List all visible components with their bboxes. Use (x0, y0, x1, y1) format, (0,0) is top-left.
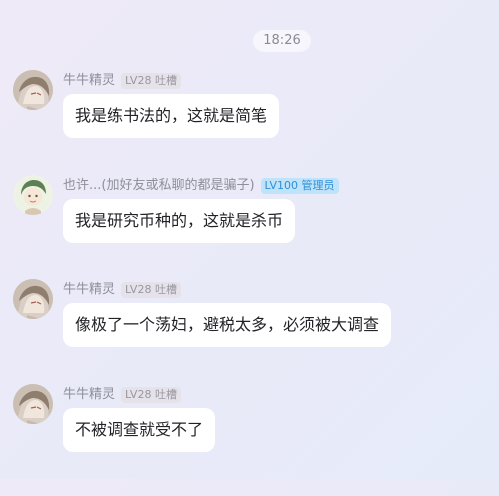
message-item: 牛牛精灵 LV28 吐槽 不被调查就受不了 (0, 384, 499, 496)
title-text: 吐槽 (154, 388, 177, 401)
sender-name[interactable]: 牛牛精灵 (63, 386, 115, 404)
anime-girl-avatar-icon (13, 279, 53, 319)
level-text: LV28 (125, 74, 152, 87)
admin-badge: LV100 管理员 (260, 178, 339, 194)
avatar[interactable] (13, 175, 53, 215)
message-meta: 牛牛精灵 LV28 吐槽 (63, 386, 181, 404)
anime-girl-avatar-icon (13, 384, 53, 424)
avatar[interactable] (13, 70, 53, 110)
message-item: 牛牛精灵 LV28 吐槽 我是练书法的，这就是简笔 (0, 70, 499, 182)
timestamp: 18:26 (253, 30, 311, 52)
message-bubble[interactable]: 我是练书法的，这就是简笔 (63, 94, 280, 138)
message-item: 牛牛精灵 LV28 吐槽 像极了一个荡妇，避税太多，必须被大调查 (0, 279, 499, 391)
anime-girl-avatar-icon (13, 70, 53, 110)
message-meta: 牛牛精灵 LV28 吐槽 (63, 281, 181, 299)
sender-name[interactable]: 牛牛精灵 (63, 281, 115, 299)
level-badge: LV28 吐槽 (121, 387, 181, 403)
level-badge: LV28 吐槽 (121, 73, 181, 89)
title-text: 吐槽 (154, 283, 177, 296)
level-text: LV28 (125, 283, 152, 296)
sender-name[interactable]: 也许...(加好友或私聊的都是骗子) (63, 177, 255, 195)
chat-window: 18:26 牛牛精灵 LV28 吐槽 我是练书法的，这就是简笔 也许...(加好… (0, 0, 499, 479)
message-meta: 牛牛精灵 LV28 吐槽 (63, 72, 181, 90)
message-bubble[interactable]: 像极了一个荡妇，避税太多，必须被大调查 (63, 303, 392, 347)
avatar[interactable] (13, 279, 53, 319)
message-bubble[interactable]: 我是研究币种的，这就是杀币 (63, 199, 296, 243)
level-text: LV28 (125, 388, 152, 401)
message-bubble[interactable]: 不被调查就受不了 (63, 408, 216, 452)
title-text: 管理员 (301, 179, 335, 192)
sender-name[interactable]: 牛牛精灵 (63, 72, 115, 90)
level-text: LV100 (264, 179, 298, 192)
anime-boy-avatar-icon (13, 175, 53, 215)
message-meta: 也许...(加好友或私聊的都是骗子) LV100 管理员 (63, 177, 339, 195)
level-badge: LV28 吐槽 (121, 282, 181, 298)
title-text: 吐槽 (154, 74, 177, 87)
message-item: 也许...(加好友或私聊的都是骗子) LV100 管理员 我是研究币种的，这就是… (0, 175, 499, 287)
avatar[interactable] (13, 384, 53, 424)
